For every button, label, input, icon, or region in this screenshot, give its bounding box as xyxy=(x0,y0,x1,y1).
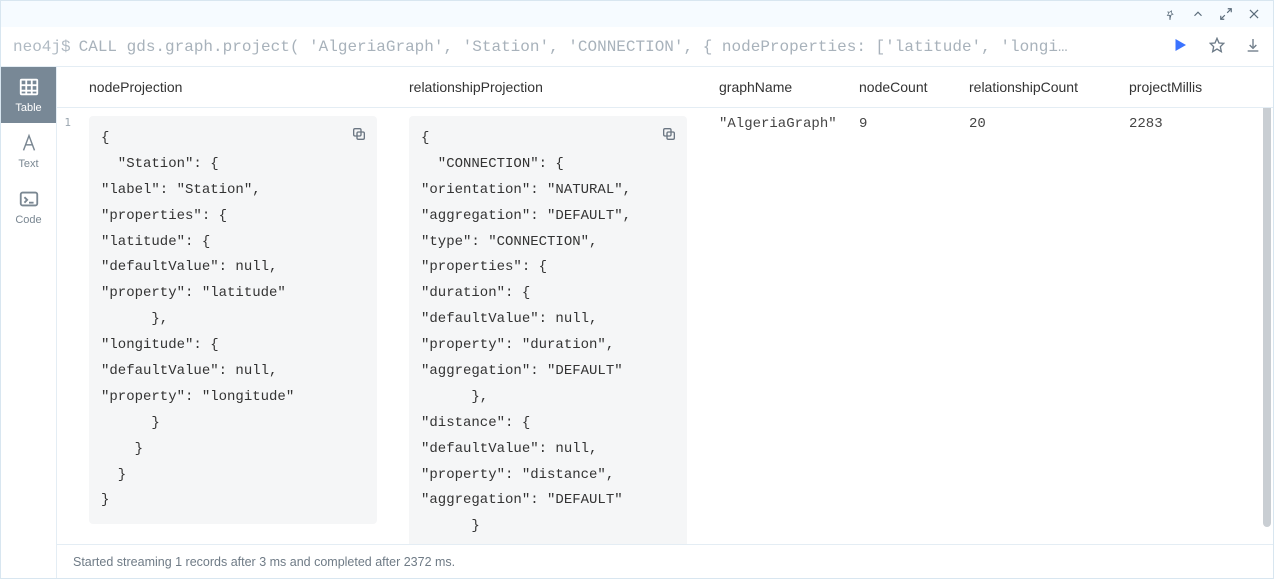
result-area: nodeProjection relationshipProjection gr… xyxy=(57,67,1273,578)
tab-table-label: Table xyxy=(15,102,41,114)
result-table[interactable]: nodeProjection relationshipProjection gr… xyxy=(57,67,1273,544)
cell-nodeCount: 9 xyxy=(843,108,953,140)
result-frame: neo4j$ CALL gds.graph.project( 'AlgeriaG… xyxy=(0,0,1274,579)
tab-table[interactable]: Table xyxy=(1,67,56,123)
status-text: Started streaming 1 records after 3 ms a… xyxy=(73,555,455,569)
table-header: nodeProjection relationshipProjection gr… xyxy=(57,67,1273,108)
tab-text-label: Text xyxy=(18,158,38,170)
copy-icon[interactable] xyxy=(347,122,371,146)
tab-code[interactable]: Code xyxy=(1,179,56,235)
expand-icon[interactable] xyxy=(1219,7,1233,21)
copy-icon[interactable] xyxy=(347,242,371,266)
main-area: Table Text Code nodeProjection relations… xyxy=(1,67,1273,578)
tab-text[interactable]: Text xyxy=(1,123,56,179)
query-input[interactable]: CALL gds.graph.project( 'AlgeriaGraph', … xyxy=(79,38,1159,56)
view-tabs: Table Text Code xyxy=(1,67,57,578)
prompt-label: neo4j$ xyxy=(13,38,71,56)
status-footer: Started streaming 1 records after 3 ms a… xyxy=(57,544,1273,578)
col-nodeProjection: nodeProjection xyxy=(73,67,393,107)
collapse-icon[interactable] xyxy=(1191,7,1205,21)
cell-nodeProjection: { "Station": { "label": "Station", "prop… xyxy=(73,108,393,532)
col-nodeCount: nodeCount xyxy=(843,67,953,107)
cell-projectMillis: 2283 xyxy=(1113,108,1223,140)
cell-relationshipCount: 20 xyxy=(953,108,1113,140)
table-row: 1 { "Station": { "label": "Station", "pr… xyxy=(57,108,1273,544)
cell-graphName: "AlgeriaGraph" xyxy=(703,108,843,140)
query-bar: neo4j$ CALL gds.graph.project( 'AlgeriaG… xyxy=(1,27,1273,67)
cell-relationshipProjection: { "CONNECTION": { "orientation": "NATURA… xyxy=(393,108,703,544)
row-number: 1 xyxy=(57,108,73,129)
nodeProjection-code: { "Station": { "label": "Station", "prop… xyxy=(89,116,377,524)
scrollbar[interactable] xyxy=(1263,97,1271,527)
favorite-icon[interactable] xyxy=(1209,37,1225,56)
query-actions xyxy=(1171,36,1261,57)
relationshipProjection-code: { "CONNECTION": { "orientation": "NATURA… xyxy=(409,116,687,544)
copy-icon[interactable] xyxy=(657,122,681,146)
col-relationshipCount: relationshipCount xyxy=(953,67,1113,107)
col-projectMillis: projectMillis xyxy=(1113,67,1223,107)
run-button[interactable] xyxy=(1171,36,1189,57)
window-toolbar xyxy=(1,1,1273,27)
close-icon[interactable] xyxy=(1247,7,1261,21)
pin-icon[interactable] xyxy=(1163,7,1177,21)
col-graphName: graphName xyxy=(703,67,843,107)
download-icon[interactable] xyxy=(1245,37,1261,56)
col-relationshipProjection: relationshipProjection xyxy=(393,67,703,107)
tab-code-label: Code xyxy=(15,214,41,226)
